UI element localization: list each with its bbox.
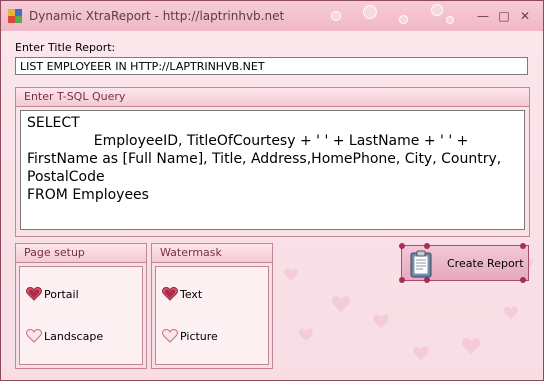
portrait-option[interactable]: Portail [26,287,79,301]
text-label: Text [180,287,203,301]
close-icon[interactable]: ✕ [516,8,534,24]
maximize-icon[interactable]: □ [495,8,513,24]
app-icon [8,9,22,23]
landscape-label: Landscape [44,329,104,343]
minimize-icon[interactable]: — [474,8,492,24]
watermark-panel: Text Picture [155,266,269,365]
decorative-bubble [399,15,408,24]
sql-query-group: Enter T-SQL Query [15,87,530,237]
heart-radio-checked-icon [162,287,178,301]
title-bar: Dynamic XtraReport - http://laptrinhvb.n… [1,1,543,31]
decorative-bubble [363,5,377,19]
decorative-dot [424,243,430,249]
decorative-bubble [331,11,341,21]
decorative-dot [399,277,405,283]
page-setup-panel: Portail Landscape [19,266,143,365]
create-report-button[interactable]: Create Report [399,243,529,283]
picture-label: Picture [180,329,218,343]
heart-radio-unchecked-icon [162,329,178,343]
decorative-bubble [446,16,454,24]
decorative-dot [520,243,526,249]
portrait-label: Portail [44,287,79,301]
heart-radio-checked-icon [26,287,42,301]
window-title: Dynamic XtraReport - http://laptrinhvb.n… [29,9,285,23]
sql-query-textarea[interactable] [20,110,525,230]
sql-query-group-title: Enter T-SQL Query [16,88,529,107]
decorative-dot [520,277,526,283]
page-setup-group: Page setup Portail Landscape [15,243,147,369]
create-report-label: Create Report [447,257,524,270]
title-report-label: Enter Title Report: [15,41,116,54]
text-option[interactable]: Text [162,287,202,301]
page-setup-group-title: Page setup [16,244,146,263]
watermark-group-title: Watermask [152,244,272,263]
decorative-dot [424,277,430,283]
heart-radio-unchecked-icon [26,329,42,343]
decorative-dot [399,243,405,249]
title-report-input[interactable] [15,57,528,75]
clipboard-icon [410,250,432,278]
landscape-option[interactable]: Landscape [26,329,103,343]
decorative-bubble [431,4,443,16]
picture-option[interactable]: Picture [162,329,218,343]
main-window: Dynamic XtraReport - http://laptrinhvb.n… [0,0,544,381]
watermark-group: Watermask Text Picture [151,243,273,369]
